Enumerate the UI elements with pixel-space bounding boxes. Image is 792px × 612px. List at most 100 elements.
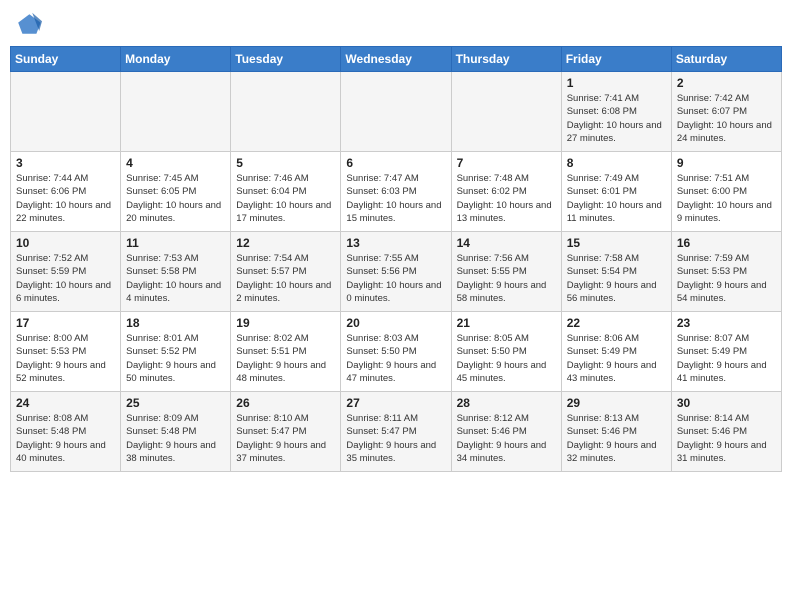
weekday-header-thursday: Thursday: [451, 47, 561, 72]
day-info: Sunrise: 7:51 AM Sunset: 6:00 PM Dayligh…: [677, 172, 776, 225]
day-info: Sunrise: 7:42 AM Sunset: 6:07 PM Dayligh…: [677, 92, 776, 145]
day-info: Sunrise: 7:54 AM Sunset: 5:57 PM Dayligh…: [236, 252, 335, 305]
calendar-cell: [451, 72, 561, 152]
day-info: Sunrise: 7:58 AM Sunset: 5:54 PM Dayligh…: [567, 252, 666, 305]
weekday-header-tuesday: Tuesday: [231, 47, 341, 72]
day-number: 5: [236, 156, 335, 170]
calendar-cell: 20 Sunrise: 8:03 AM Sunset: 5:50 PM Dayli…: [341, 312, 451, 392]
weekday-header-sunday: Sunday: [11, 47, 121, 72]
calendar-cell: 25 Sunrise: 8:09 AM Sunset: 5:48 PM Dayli…: [121, 392, 231, 472]
calendar-cell: 7 Sunrise: 7:48 AM Sunset: 6:02 PM Daylig…: [451, 152, 561, 232]
calendar-week-1: 1 Sunrise: 7:41 AM Sunset: 6:08 PM Daylig…: [11, 72, 782, 152]
day-info: Sunrise: 8:01 AM Sunset: 5:52 PM Dayligh…: [126, 332, 225, 385]
day-info: Sunrise: 8:06 AM Sunset: 5:49 PM Dayligh…: [567, 332, 666, 385]
day-number: 6: [346, 156, 445, 170]
day-info: Sunrise: 7:56 AM Sunset: 5:55 PM Dayligh…: [457, 252, 556, 305]
day-number: 19: [236, 316, 335, 330]
weekday-header-wednesday: Wednesday: [341, 47, 451, 72]
calendar-cell: 2 Sunrise: 7:42 AM Sunset: 6:07 PM Daylig…: [671, 72, 781, 152]
day-info: Sunrise: 8:13 AM Sunset: 5:46 PM Dayligh…: [567, 412, 666, 465]
day-info: Sunrise: 8:07 AM Sunset: 5:49 PM Dayligh…: [677, 332, 776, 385]
day-number: 10: [16, 236, 115, 250]
day-number: 7: [457, 156, 556, 170]
calendar-cell: 29Sunrise: 8:13 AM Sunset: 5:46 PM Dayli…: [561, 392, 671, 472]
day-number: 27: [346, 396, 445, 410]
day-number: 28: [457, 396, 556, 410]
calendar-cell: 12 Sunrise: 7:54 AM Sunset: 5:57 PM Dayli…: [231, 232, 341, 312]
calendar-cell: 3 Sunrise: 7:44 AM Sunset: 6:06 PM Daylig…: [11, 152, 121, 232]
calendar-week-3: 10 Sunrise: 7:52 AM Sunset: 5:59 PM Dayli…: [11, 232, 782, 312]
calendar-week-5: 24 Sunrise: 8:08 AM Sunset: 5:48 PM Dayli…: [11, 392, 782, 472]
calendar-cell: 16 Sunrise: 7:59 AM Sunset: 5:53 PM Dayli…: [671, 232, 781, 312]
day-info: Sunrise: 8:10 AM Sunset: 5:47 PM Dayligh…: [236, 412, 335, 465]
day-info: Sunrise: 8:02 AM Sunset: 5:51 PM Dayligh…: [236, 332, 335, 385]
day-info: Sunrise: 7:59 AM Sunset: 5:53 PM Dayligh…: [677, 252, 776, 305]
day-info: Sunrise: 8:14 AM Sunset: 5:46 PM Dayligh…: [677, 412, 776, 465]
calendar-cell: [121, 72, 231, 152]
day-info: Sunrise: 7:45 AM Sunset: 6:05 PM Dayligh…: [126, 172, 225, 225]
calendar-cell: 8 Sunrise: 7:49 AM Sunset: 6:01 PM Daylig…: [561, 152, 671, 232]
day-info: Sunrise: 8:12 AM Sunset: 5:46 PM Dayligh…: [457, 412, 556, 465]
day-info: Sunrise: 7:55 AM Sunset: 5:56 PM Dayligh…: [346, 252, 445, 305]
day-number: 2: [677, 76, 776, 90]
day-number: 22: [567, 316, 666, 330]
calendar-cell: 9 Sunrise: 7:51 AM Sunset: 6:00 PM Daylig…: [671, 152, 781, 232]
day-number: 16: [677, 236, 776, 250]
day-info: Sunrise: 7:53 AM Sunset: 5:58 PM Dayligh…: [126, 252, 225, 305]
day-info: Sunrise: 7:48 AM Sunset: 6:02 PM Dayligh…: [457, 172, 556, 225]
calendar-cell: 26 Sunrise: 8:10 AM Sunset: 5:47 PM Dayli…: [231, 392, 341, 472]
day-number: 25: [126, 396, 225, 410]
day-number: 15: [567, 236, 666, 250]
calendar-header: SundayMondayTuesdayWednesdayThursdayFrid…: [11, 47, 782, 72]
day-number: 21: [457, 316, 556, 330]
calendar-cell: 27Sunrise: 8:11 AM Sunset: 5:47 PM Dayli…: [341, 392, 451, 472]
day-number: 23: [677, 316, 776, 330]
day-info: Sunrise: 7:47 AM Sunset: 6:03 PM Dayligh…: [346, 172, 445, 225]
day-number: 26: [236, 396, 335, 410]
calendar-week-4: 17 Sunrise: 8:00 AM Sunset: 5:53 PM Dayli…: [11, 312, 782, 392]
weekday-header-saturday: Saturday: [671, 47, 781, 72]
day-number: 12: [236, 236, 335, 250]
day-number: 20: [346, 316, 445, 330]
day-info: Sunrise: 8:03 AM Sunset: 5:50 PM Dayligh…: [346, 332, 445, 385]
calendar-cell: 15 Sunrise: 7:58 AM Sunset: 5:54 PM Dayli…: [561, 232, 671, 312]
calendar-cell: 5 Sunrise: 7:46 AM Sunset: 6:04 PM Daylig…: [231, 152, 341, 232]
day-number: 24: [16, 396, 115, 410]
calendar-cell: [11, 72, 121, 152]
calendar-cell: 13 Sunrise: 7:55 AM Sunset: 5:56 PM Dayli…: [341, 232, 451, 312]
day-info: Sunrise: 7:46 AM Sunset: 6:04 PM Dayligh…: [236, 172, 335, 225]
day-info: Sunrise: 7:49 AM Sunset: 6:01 PM Dayligh…: [567, 172, 666, 225]
day-info: Sunrise: 7:41 AM Sunset: 6:08 PM Dayligh…: [567, 92, 666, 145]
logo-icon: [14, 10, 42, 38]
day-number: 1: [567, 76, 666, 90]
day-number: 4: [126, 156, 225, 170]
calendar-cell: 28 Sunrise: 8:12 AM Sunset: 5:46 PM Dayli…: [451, 392, 561, 472]
day-number: 11: [126, 236, 225, 250]
day-number: 3: [16, 156, 115, 170]
day-info: Sunrise: 7:52 AM Sunset: 5:59 PM Dayligh…: [16, 252, 115, 305]
calendar-cell: [231, 72, 341, 152]
day-info: Sunrise: 8:08 AM Sunset: 5:48 PM Dayligh…: [16, 412, 115, 465]
day-number: 9: [677, 156, 776, 170]
calendar-cell: 19 Sunrise: 8:02 AM Sunset: 5:51 PM Dayli…: [231, 312, 341, 392]
day-info: Sunrise: 8:00 AM Sunset: 5:53 PM Dayligh…: [16, 332, 115, 385]
day-info: Sunrise: 7:44 AM Sunset: 6:06 PM Dayligh…: [16, 172, 115, 225]
calendar-week-2: 3 Sunrise: 7:44 AM Sunset: 6:06 PM Daylig…: [11, 152, 782, 232]
calendar-cell: 24 Sunrise: 8:08 AM Sunset: 5:48 PM Dayli…: [11, 392, 121, 472]
day-info: Sunrise: 8:09 AM Sunset: 5:48 PM Dayligh…: [126, 412, 225, 465]
day-number: 14: [457, 236, 556, 250]
calendar-cell: 22 Sunrise: 8:06 AM Sunset: 5:49 PM Dayli…: [561, 312, 671, 392]
day-number: 17: [16, 316, 115, 330]
day-number: 13: [346, 236, 445, 250]
page-header: [10, 10, 782, 38]
calendar-cell: 10 Sunrise: 7:52 AM Sunset: 5:59 PM Dayli…: [11, 232, 121, 312]
weekday-header-friday: Friday: [561, 47, 671, 72]
day-number: 8: [567, 156, 666, 170]
calendar-cell: 30 Sunrise: 8:14 AM Sunset: 5:46 PM Dayli…: [671, 392, 781, 472]
calendar-cell: 21Sunrise: 8:05 AM Sunset: 5:50 PM Dayli…: [451, 312, 561, 392]
day-number: 18: [126, 316, 225, 330]
calendar-cell: [341, 72, 451, 152]
calendar-cell: 4 Sunrise: 7:45 AM Sunset: 6:05 PM Daylig…: [121, 152, 231, 232]
calendar-cell: 1 Sunrise: 7:41 AM Sunset: 6:08 PM Daylig…: [561, 72, 671, 152]
day-number: 30: [677, 396, 776, 410]
